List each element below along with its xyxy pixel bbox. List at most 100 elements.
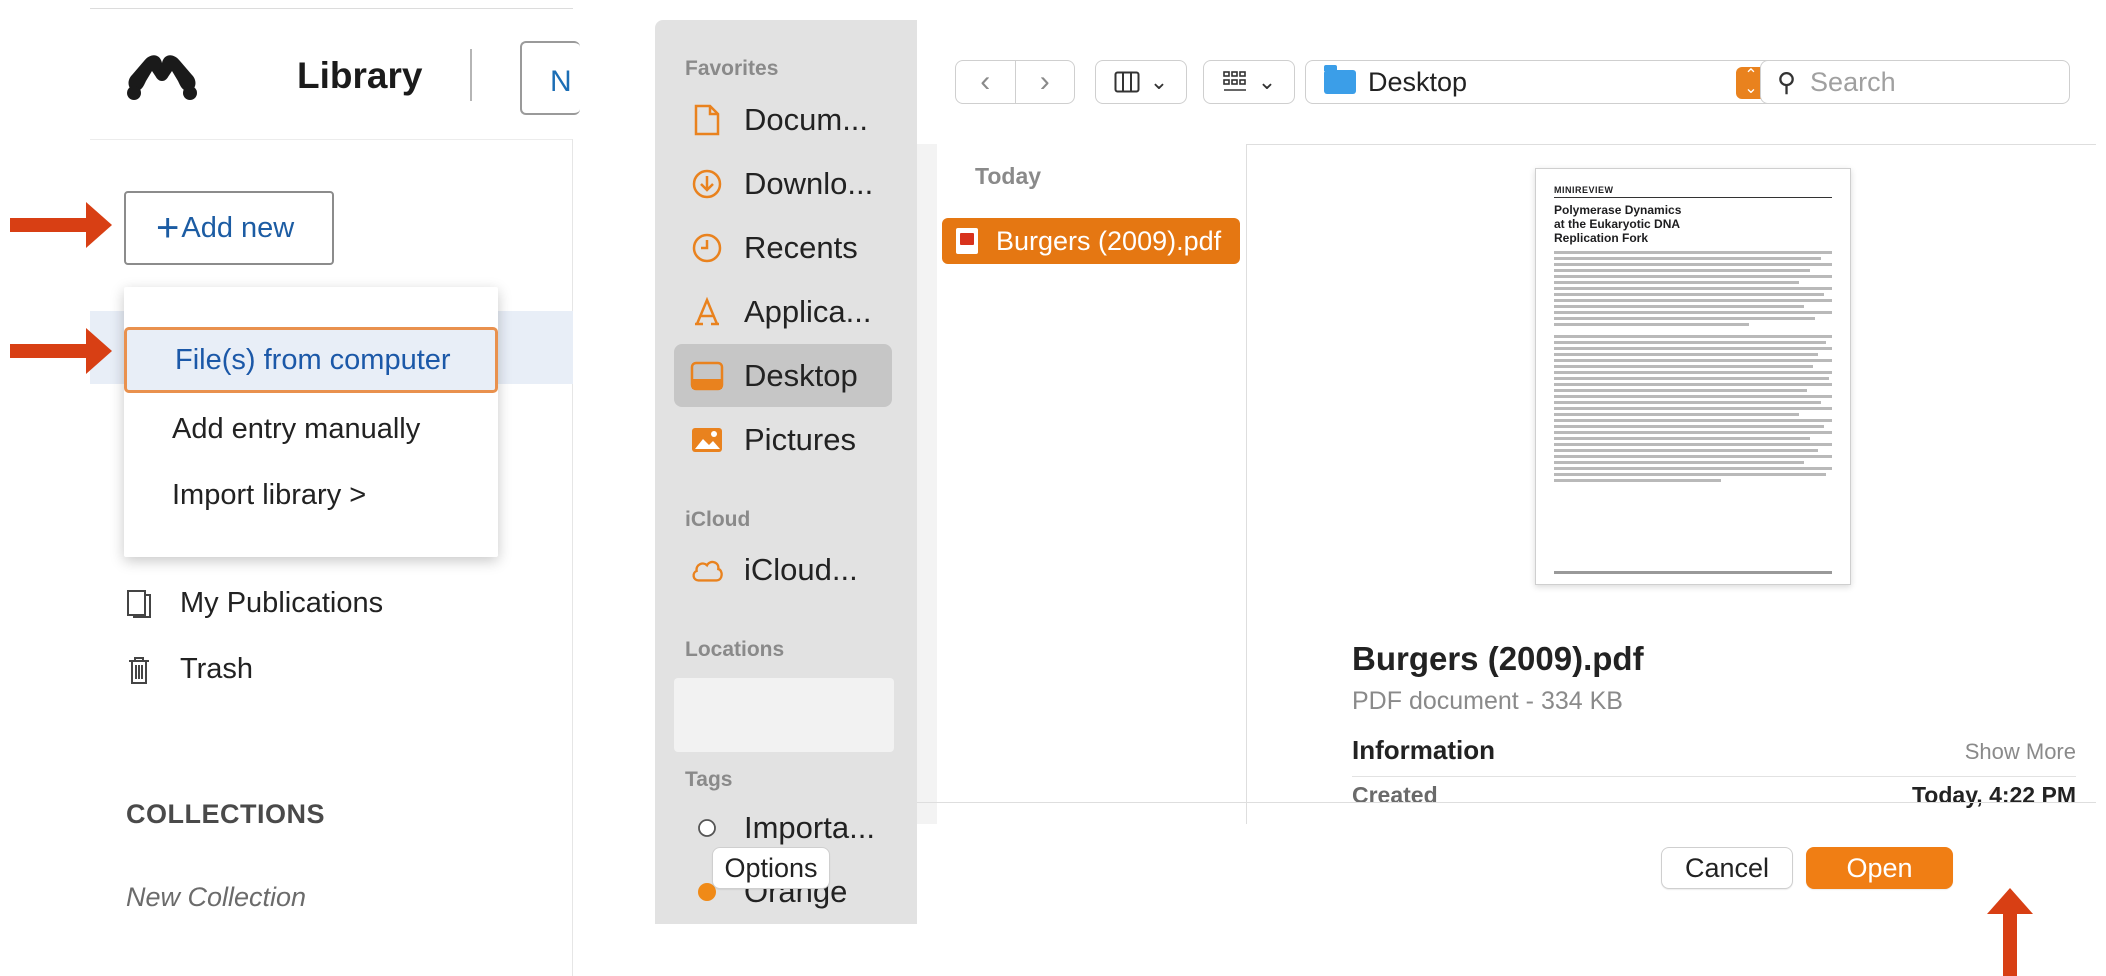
preview-line bbox=[1554, 407, 1832, 411]
preview-line bbox=[1554, 335, 1832, 339]
sidebar-item-documents[interactable]: Docum... bbox=[674, 88, 892, 151]
preview-line bbox=[1554, 431, 1832, 435]
preview-text-lines bbox=[1554, 251, 1832, 483]
sidebar-item-pictures[interactable]: Pictures bbox=[674, 408, 892, 471]
preview-line bbox=[1554, 401, 1821, 405]
applications-icon bbox=[690, 295, 724, 329]
library-panel: Library N + Add new File(s) from compute… bbox=[90, 8, 580, 976]
back-forward-buttons: ‹ › bbox=[955, 60, 1075, 104]
trash-icon bbox=[129, 656, 149, 684]
preview-line bbox=[1554, 365, 1813, 369]
collections-heading: COLLECTIONS bbox=[126, 799, 325, 829]
location-label: Desktop bbox=[1368, 66, 1468, 97]
preview-line bbox=[1554, 311, 1832, 315]
preview-line bbox=[1554, 269, 1810, 273]
add-new-dropdown-menu: File(s) from computer Add entry manually… bbox=[124, 287, 498, 557]
preview-line bbox=[1554, 479, 1721, 483]
back-button[interactable]: ‹ bbox=[956, 60, 1016, 104]
preview-line bbox=[1554, 455, 1832, 459]
preview-doc-title: Polymerase Dynamics at the Eukaryotic DN… bbox=[1554, 203, 1682, 245]
sidebar-item-label: iCloud... bbox=[744, 551, 858, 587]
sidebar-item-label: Desktop bbox=[744, 357, 858, 393]
nav-my-publications-label: My Publications bbox=[180, 587, 384, 619]
group-view-button[interactable]: ⌄ bbox=[1203, 60, 1295, 104]
preview-line bbox=[1554, 461, 1805, 465]
preview-line bbox=[1554, 473, 1827, 477]
pdf-preview-thumbnail: MINIREVIEW Polymerase Dynamics at the Eu… bbox=[1535, 168, 1851, 585]
preview-line bbox=[1554, 347, 1832, 351]
info-separator bbox=[1352, 776, 2076, 777]
annotation-arrow-open bbox=[1987, 888, 2033, 976]
add-new-label: Add new bbox=[181, 211, 295, 244]
menu-item-files-from-computer[interactable]: File(s) from computer bbox=[124, 327, 498, 393]
show-more-link[interactable]: Show More bbox=[1965, 739, 2076, 765]
search-input[interactable]: ⚲ Search bbox=[1760, 60, 2070, 104]
preview-line bbox=[1554, 305, 1805, 309]
icloud-heading: iCloud bbox=[685, 508, 751, 531]
cancel-button[interactable]: Cancel bbox=[1661, 847, 1793, 889]
nav-my-publications[interactable]: My Publications bbox=[126, 587, 383, 620]
chevron-down-icon: ⌄ bbox=[1257, 69, 1277, 94]
created-value: Today, 4:22 PM bbox=[1911, 782, 2076, 808]
file-row-selected[interactable]: Burgers (2009).pdf bbox=[942, 218, 1240, 264]
annotation-arrow-files-from-computer bbox=[10, 328, 112, 374]
open-button[interactable]: Open bbox=[1806, 847, 1953, 889]
pdf-file-icon bbox=[956, 228, 978, 254]
desktop-icon bbox=[690, 359, 724, 393]
preview-line bbox=[1554, 389, 1807, 393]
sidebar-item-applications[interactable]: Applica... bbox=[674, 280, 892, 343]
tags-heading: Tags bbox=[685, 768, 733, 791]
dialog-sidebar: Favorites Docum... Downlo... Recents App… bbox=[655, 20, 917, 924]
preview-line bbox=[1554, 449, 1819, 453]
sidebar-item-label: Downlo... bbox=[744, 165, 874, 201]
tag-circle-icon bbox=[690, 811, 724, 845]
sidebar-item-label: Pictures bbox=[744, 421, 856, 457]
forward-button[interactable]: › bbox=[1016, 60, 1075, 104]
preview-line bbox=[1554, 317, 1816, 321]
preview-file-name: Burgers (2009).pdf bbox=[1352, 640, 1644, 677]
preview-line bbox=[1554, 359, 1832, 363]
preview-line bbox=[1554, 377, 1830, 381]
columns-icon bbox=[1114, 71, 1140, 93]
preview-line bbox=[1554, 413, 1799, 417]
plus-icon: + bbox=[156, 206, 180, 250]
annotation-arrow-add-new bbox=[10, 202, 112, 248]
locations-placeholder bbox=[674, 678, 894, 752]
new-button[interactable]: N bbox=[520, 41, 580, 115]
menu-item-add-entry-manually[interactable]: Add entry manually bbox=[124, 398, 498, 460]
locations-heading: Locations bbox=[685, 638, 785, 661]
preview-line bbox=[1554, 437, 1810, 441]
sidebar-item-desktop[interactable]: Desktop bbox=[674, 344, 892, 407]
preview-line bbox=[1554, 341, 1827, 345]
sidebar-item-label: Recents bbox=[744, 229, 858, 265]
location-dropdown[interactable]: Desktop ⌃ ⌄ bbox=[1305, 60, 1775, 104]
mendeley-logo-icon bbox=[127, 55, 197, 100]
preview-line bbox=[1554, 287, 1832, 291]
preview-line bbox=[1554, 371, 1832, 375]
sidebar-item-downloads[interactable]: Downlo... bbox=[674, 152, 892, 215]
information-heading: Information bbox=[1352, 735, 1495, 765]
preview-line bbox=[1554, 419, 1832, 423]
add-new-button[interactable]: + Add new bbox=[124, 191, 334, 265]
favorites-heading: Favorites bbox=[685, 57, 779, 80]
options-button[interactable]: Options bbox=[712, 847, 830, 889]
publications-icon bbox=[127, 589, 151, 618]
new-collection-link[interactable]: New Collection bbox=[126, 882, 306, 913]
panel-border bbox=[572, 139, 573, 976]
preview-line bbox=[1554, 251, 1832, 255]
column-view-button[interactable]: ⌄ bbox=[1095, 60, 1187, 104]
search-icon: ⚲ bbox=[1777, 66, 1797, 97]
preview-line bbox=[1554, 467, 1832, 471]
preview-line bbox=[1554, 443, 1832, 447]
download-icon bbox=[690, 167, 724, 201]
menu-item-import-library[interactable]: Import library > bbox=[124, 464, 498, 526]
sidebar-item-recents[interactable]: Recents bbox=[674, 216, 892, 279]
nav-trash-label: Trash bbox=[180, 653, 254, 685]
cloud-icon bbox=[690, 553, 724, 587]
grid-icon bbox=[1222, 71, 1246, 91]
sidebar-item-icloud[interactable]: iCloud... bbox=[674, 538, 892, 601]
nav-trash[interactable]: Trash bbox=[126, 653, 253, 686]
preview-line bbox=[1554, 383, 1832, 387]
group-label-today: Today bbox=[975, 163, 1042, 189]
header-divider bbox=[470, 49, 472, 101]
